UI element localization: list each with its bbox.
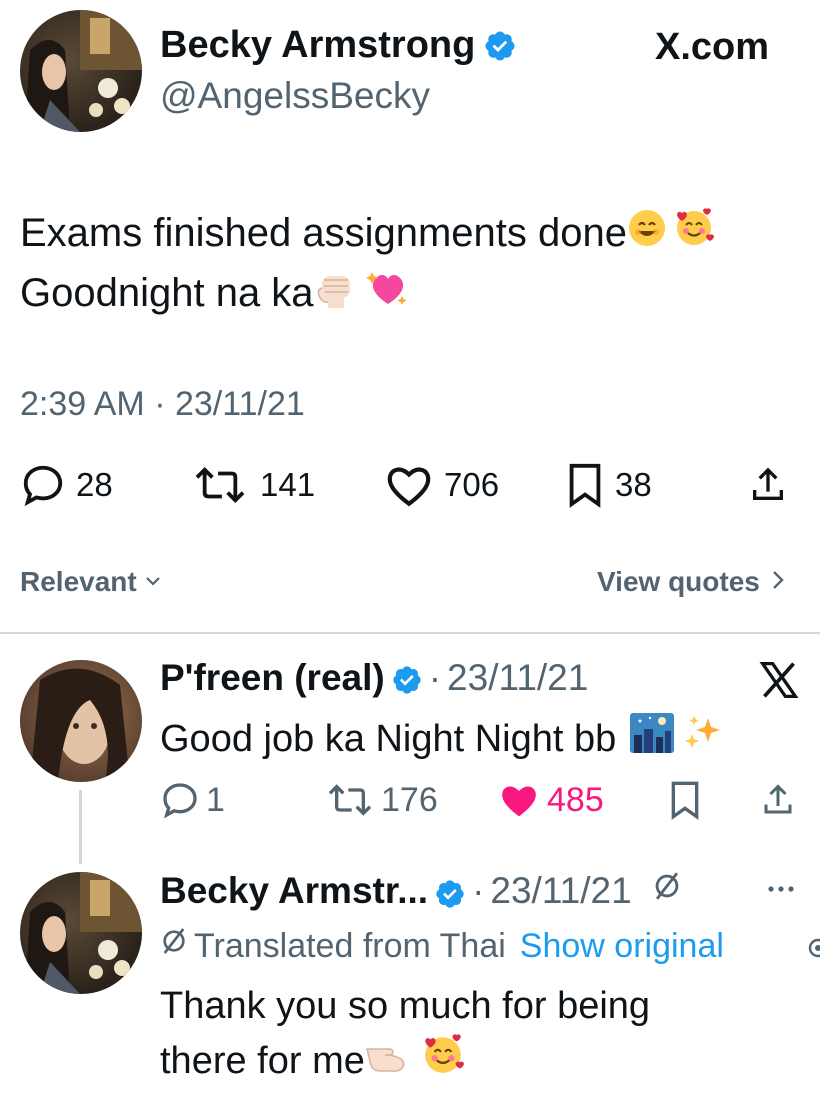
main-tweet-line1-text: Exams finished assignments done [20,211,627,255]
more-icon[interactable] [766,882,796,900]
reply2-text-line2-row: there for me [160,1032,650,1090]
verified-badge-icon [483,28,517,62]
raised-fist-emoji-icon [314,266,358,326]
translate-icon [652,868,682,914]
show-original-link[interactable]: Show original [520,924,724,968]
smiling-face-emoji-icon [627,206,667,264]
share-icon[interactable] [760,780,796,825]
x-logo-icon[interactable] [756,660,802,705]
main-avatar[interactable] [20,10,142,132]
dot-separator: · [428,657,442,698]
translate-icon [160,924,188,968]
site-label: X.com [655,24,769,70]
reply1-reply-action[interactable]: 1 [160,780,225,820]
reply1-header: P'freen (real) · 23/11/21 [160,656,588,700]
reply2-avatar[interactable] [20,872,142,994]
translated-label: Translated from Thai [194,927,506,965]
verified-badge-icon [434,875,466,908]
reply1-reply-count: 1 [206,780,225,819]
reply1-like-action[interactable]: 485 [497,780,604,820]
verified-badge-icon [391,662,423,694]
like-icon-filled [497,780,541,820]
smiling-face-with-hearts-emoji-icon [673,206,715,264]
reply2-author-name[interactable]: Becky Armstr... [160,868,428,914]
reply-icon [160,780,200,820]
avatar-image [25,872,142,994]
reply1-repost-count: 176 [381,780,438,819]
repost-action[interactable]: 141 [190,462,315,508]
smiling-face-with-hearts-emoji-icon [421,1032,465,1090]
bookmark-action[interactable]: 38 [565,462,652,508]
reply-icon [20,462,66,508]
avatar-image [20,660,142,782]
main-tweet-line2-text: Goodnight na ka [20,271,314,316]
reply1-date[interactable]: 23/11/21 [447,656,588,700]
reply2-date[interactable]: 23/11/21 [490,868,631,914]
like-action[interactable]: 706 [384,462,499,508]
bookmark-icon[interactable] [668,780,702,825]
repost-icon [190,462,250,508]
reply-action[interactable]: 28 [20,462,113,508]
dot-separator: · [472,870,485,911]
section-divider [0,632,820,634]
repost-count: 141 [260,466,316,503]
main-tweet-line2: Goodnight na ka [20,264,715,325]
main-tweet-text: Exams finished assignments done Goodnigh… [20,204,715,326]
gear-icon[interactable] [804,934,820,962]
thread-line [79,790,82,864]
main-timestamp[interactable]: 2:39 AM · 23/11/21 [20,382,305,426]
reply2-text: Thank you so much for being there for me [160,980,650,1090]
night-with-stars-emoji-icon [630,713,675,764]
reply1-repost-action[interactable]: 176 [325,780,438,820]
pointing-hand-emoji-icon [365,1035,413,1087]
avatar-image [25,10,142,132]
reply1-text-content: Good job ka Night Night bb [160,717,617,760]
site-label-text: X.com [655,26,770,68]
like-icon [384,462,434,508]
main-tweet-line1: Exams finished assignments done [20,204,715,264]
repost-icon [325,780,375,820]
sort-dropdown[interactable]: Relevant [20,566,163,598]
reply-count: 28 [76,466,113,503]
sort-label: Relevant [20,566,137,597]
main-author-name[interactable]: Becky Armstrong [160,22,517,68]
reply1-like-count: 485 [547,780,604,819]
main-handle[interactable]: @AngelssBecky [160,74,430,118]
reply1-text: Good job ka Night Night bb [160,712,724,765]
bookmark-icon [565,462,605,508]
sparkles-emoji-icon [682,712,724,765]
like-count: 706 [444,466,500,503]
sparkling-heart-emoji-icon [365,266,410,326]
chevron-right-icon [770,566,786,598]
share-icon[interactable] [748,462,788,513]
bookmark-count: 38 [615,466,652,503]
chevron-down-icon [143,566,163,598]
translation-row: Translated from Thai Show original [160,924,724,968]
reply1-avatar[interactable] [20,660,142,782]
view-quotes-label: View quotes [597,566,760,597]
reply2-text-line1: Thank you so much for being [160,985,651,1027]
reply2-text-line2: there for me [160,1040,365,1082]
view-quotes-link[interactable]: View quotes [597,566,786,598]
reply2-header: Becky Armstr... · 23/11/21 [160,868,682,914]
main-author-name-text: Becky Armstrong [160,24,476,66]
reply1-author-name[interactable]: P'freen (real) [160,656,385,700]
